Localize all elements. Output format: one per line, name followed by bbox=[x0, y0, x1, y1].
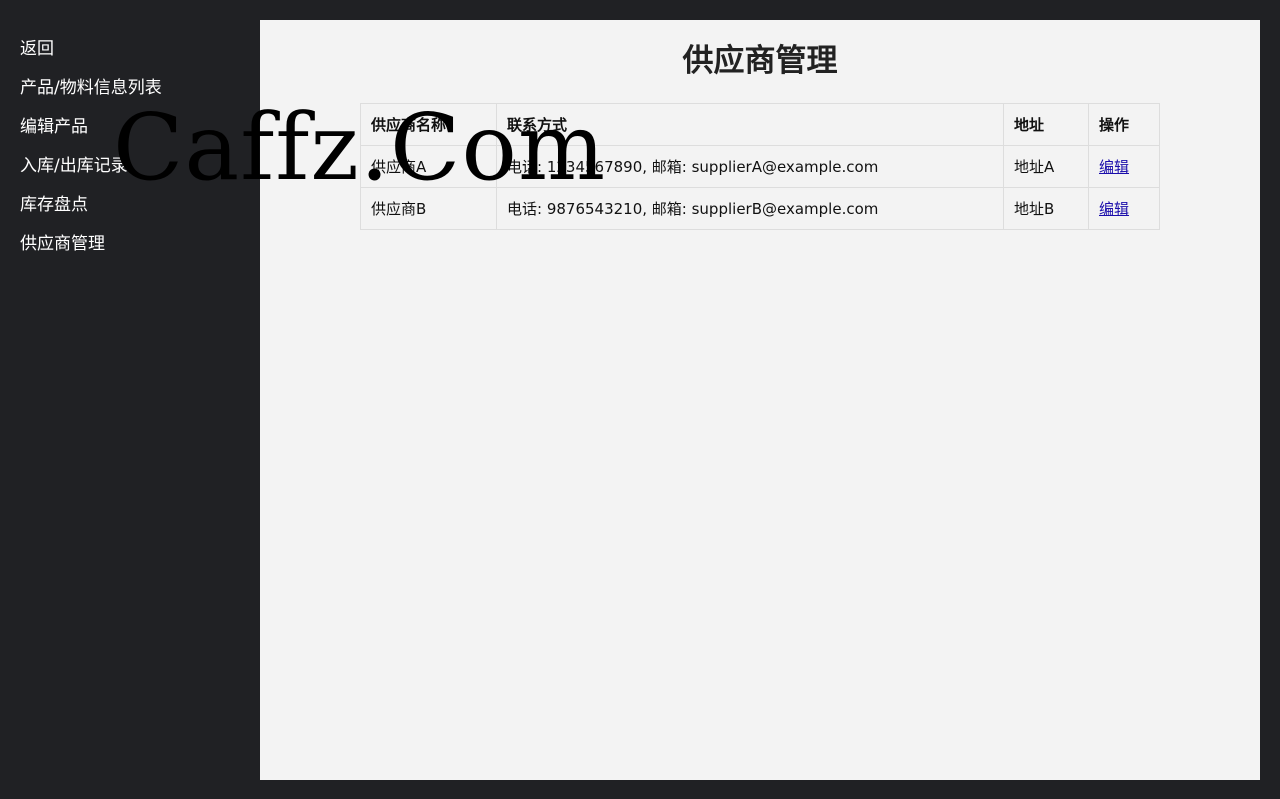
column-header-contact: 联系方式 bbox=[496, 103, 1004, 146]
sidebar-item-product-list[interactable]: 产品/物料信息列表 bbox=[20, 76, 162, 115]
main-content: 供应商管理 供应商名称 联系方式 地址 操作 供应商A 电话: 12345678… bbox=[260, 20, 1260, 780]
sidebar-item-back[interactable]: 返回 bbox=[20, 37, 162, 76]
sidebar-item-stock-records[interactable]: 入库/出库记录 bbox=[20, 154, 162, 193]
supplier-table: 供应商名称 联系方式 地址 操作 供应商A 电话: 1234567890, 邮箱… bbox=[360, 103, 1160, 230]
supplier-action-cell: 编辑 bbox=[1088, 145, 1160, 188]
supplier-name-cell: 供应商A bbox=[360, 145, 497, 188]
supplier-contact-cell: 电话: 9876543210, 邮箱: supplierB@example.co… bbox=[496, 187, 1004, 230]
supplier-name-cell: 供应商B bbox=[360, 187, 497, 230]
column-header-address: 地址 bbox=[1003, 103, 1089, 146]
sidebar-item-supplier-management[interactable]: 供应商管理 bbox=[20, 232, 162, 271]
table-header-row: 供应商名称 联系方式 地址 操作 bbox=[360, 103, 1160, 146]
edit-supplier-link[interactable]: 编辑 bbox=[1099, 158, 1129, 176]
column-header-name: 供应商名称 bbox=[360, 103, 497, 146]
sidebar-item-edit-product[interactable]: 编辑产品 bbox=[20, 115, 162, 154]
supplier-contact-cell: 电话: 1234567890, 邮箱: supplierA@example.co… bbox=[496, 145, 1004, 188]
edit-supplier-link[interactable]: 编辑 bbox=[1099, 200, 1129, 218]
table-row: 供应商B 电话: 9876543210, 邮箱: supplierB@examp… bbox=[360, 187, 1160, 230]
sidebar: 返回 产品/物料信息列表 编辑产品 入库/出库记录 库存盘点 供应商管理 bbox=[0, 0, 240, 799]
sidebar-item-inventory-count[interactable]: 库存盘点 bbox=[20, 193, 162, 232]
sidebar-nav: 返回 产品/物料信息列表 编辑产品 入库/出库记录 库存盘点 供应商管理 bbox=[20, 37, 162, 271]
column-header-action: 操作 bbox=[1088, 103, 1160, 146]
supplier-address-cell: 地址A bbox=[1003, 145, 1089, 188]
page-title: 供应商管理 bbox=[682, 43, 838, 79]
table-row: 供应商A 电话: 1234567890, 邮箱: supplierA@examp… bbox=[360, 145, 1160, 188]
supplier-address-cell: 地址B bbox=[1003, 187, 1089, 230]
supplier-action-cell: 编辑 bbox=[1088, 187, 1160, 230]
